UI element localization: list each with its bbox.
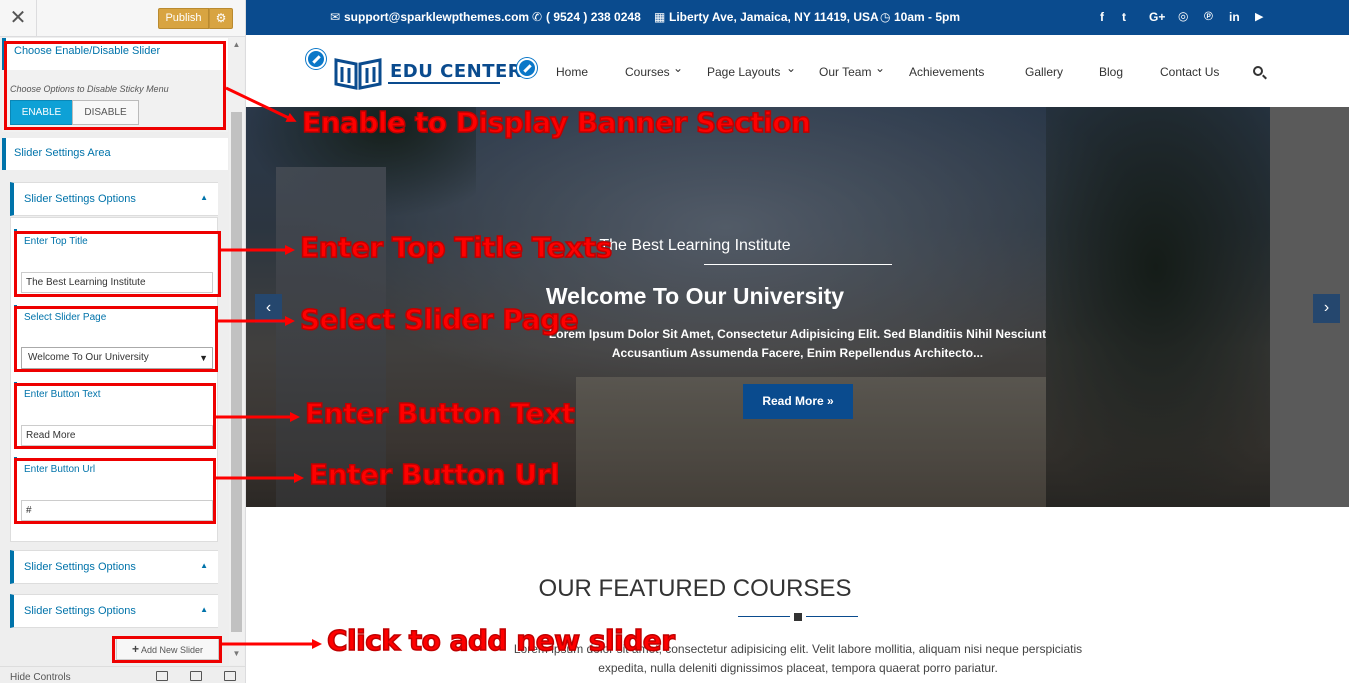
nav-gallery[interactable]: Gallery (1025, 65, 1063, 79)
accordion-title-3: Slider Settings Options (24, 605, 136, 617)
google-plus-icon[interactable]: G+ (1149, 10, 1165, 24)
nav-home[interactable]: Home (556, 65, 588, 79)
nav-blog[interactable]: Blog (1099, 65, 1123, 79)
slider-settings-accordion-2[interactable]: Slider Settings Options ▲ (10, 550, 218, 584)
button-text-field: Enter Button Text Read More (14, 382, 216, 448)
instagram-icon[interactable]: ◎ (1178, 9, 1188, 23)
phone-icon: ✆ (532, 10, 543, 24)
gear-icon[interactable]: ⚙ (209, 8, 233, 29)
nav-page-layouts[interactable]: Page Layouts (707, 65, 780, 79)
tablet-preview-icon[interactable] (190, 671, 202, 681)
enable-slider-section-header[interactable]: Choose Enable/Disable Slider (2, 38, 228, 70)
add-new-slider-button[interactable]: + Add New Slider (116, 638, 219, 660)
chevron-down-icon: ⌄ (786, 61, 797, 75)
hide-controls-button[interactable]: Hide Controls (10, 672, 71, 683)
button-url-input[interactable]: # (21, 500, 213, 521)
button-text-label: Enter Button Text (24, 389, 101, 400)
caret-up-icon: ▲ (200, 193, 208, 202)
slider-next-arrow-icon[interactable]: › (1313, 294, 1340, 323)
annotation-button-url: Enter Button Url (308, 457, 560, 492)
chevron-down-icon: ▼ (199, 353, 208, 363)
annotation-button-text: Enter Button Text (304, 396, 575, 431)
enable-slider-description: Choose Options to Disable Sticky Menu (10, 84, 169, 94)
plus-icon: + (131, 642, 139, 656)
clock-icon: ◷ (880, 10, 891, 24)
nav-our-team[interactable]: Our Team (819, 65, 871, 79)
nav-achievements[interactable]: Achievements (909, 65, 984, 79)
banner-desc-line-2: Accusantium Assumenda Facere, Enim Repel… (611, 346, 984, 360)
slider-prev-arrow-icon[interactable]: ‹ (255, 294, 282, 323)
facebook-icon[interactable]: f (1100, 10, 1104, 24)
mobile-preview-icon[interactable] (224, 671, 236, 681)
slider-page-field: Select Slider Page Welcome To Our Univer… (14, 305, 216, 371)
topbar-address: Liberty Ave, Jamaica, NY 11419, USA (669, 10, 879, 24)
chevron-down-icon: ⌄ (673, 61, 684, 75)
banner-read-more-button[interactable]: Read More » (743, 384, 853, 419)
customizer-footer: Hide Controls (0, 666, 245, 683)
caret-up-icon: ▲ (200, 605, 208, 614)
edit-pencil-icon[interactable] (306, 49, 326, 69)
search-icon[interactable] (1253, 66, 1263, 76)
enable-button[interactable]: ENABLE (10, 100, 73, 125)
featured-desc-line-2: expedita, nulla deleniti dignissimos pla… (598, 661, 998, 675)
customizer-sidebar: ✕ Publish ⚙ ▲ ▼ Choose Enable/Disable Sl… (0, 0, 246, 683)
banner-description: Lorem Ipsum Dolor Sit Amet, Consectetur … (510, 325, 1085, 363)
publish-button[interactable]: Publish (158, 8, 209, 29)
disable-button[interactable]: DISABLE (72, 100, 139, 125)
annotation-banner: Enable to Display Banner Section (301, 105, 811, 140)
desktop-preview-icon[interactable] (156, 671, 168, 681)
top-title-label: Enter Top Title (24, 236, 88, 247)
nav-contact-us[interactable]: Contact Us (1160, 65, 1219, 79)
book-logo-icon (334, 58, 382, 90)
nav-courses[interactable]: Courses (625, 65, 670, 79)
topbar-phone[interactable]: ( 9524 ) 238 0248 (546, 10, 641, 24)
email-icon: ✉ (330, 10, 341, 24)
close-icon[interactable]: ✕ (0, 0, 37, 37)
enable-slider-section-title: Choose Enable/Disable Slider (14, 45, 161, 57)
annotation-add-slider: Click to add new slider (326, 623, 676, 658)
banner-top-divider (704, 264, 892, 265)
pinterest-icon[interactable]: ℗ (1204, 9, 1213, 23)
featured-divider-square (794, 613, 802, 621)
add-new-slider-label: Add New Slider (141, 645, 204, 655)
featured-courses-title: OUR FEATURED COURSES (538, 575, 852, 602)
caret-up-icon: ▲ (200, 561, 208, 570)
slider-settings-accordion-3[interactable]: Slider Settings Options ▲ (10, 594, 218, 628)
slider-settings-accordion[interactable]: Slider Settings Options ▲ (10, 182, 218, 216)
featured-divider-left (738, 616, 790, 617)
logo-underline (388, 82, 500, 84)
button-url-label: Enter Button Url (24, 464, 96, 475)
map-icon: ▦ (654, 10, 666, 24)
chevron-down-icon: ⌄ (875, 61, 886, 75)
youtube-icon[interactable]: ▶ (1255, 10, 1263, 23)
banner-desc-line-1: Lorem Ipsum Dolor Sit Amet, Consectetur … (548, 327, 1047, 341)
slider-page-select[interactable]: Welcome To Our University ▼ (21, 347, 213, 369)
scroll-up-arrow-icon[interactable]: ▲ (230, 39, 243, 51)
top-title-input[interactable]: The Best Learning Institute (21, 272, 213, 293)
twitter-icon[interactable]: t (1122, 10, 1126, 24)
sidebar-scroll-thumb[interactable] (231, 112, 242, 632)
annotation-top-title: Enter Top Title Texts (299, 230, 613, 265)
scroll-down-arrow-icon[interactable]: ▼ (230, 648, 243, 660)
slider-page-label: Select Slider Page (24, 312, 107, 323)
edit-pencil-icon[interactable] (517, 58, 537, 78)
slider-settings-area-header[interactable]: Slider Settings Area (2, 138, 228, 170)
button-url-field: Enter Button Url # (14, 457, 216, 523)
accordion-title-2: Slider Settings Options (24, 561, 136, 573)
slider-page-selected: Welcome To Our University (28, 352, 149, 363)
annotation-slider-page: Select Slider Page (299, 302, 579, 337)
site-logo-text[interactable]: EDU CENTER (390, 61, 522, 82)
topbar-hours: 10am - 5pm (894, 10, 961, 24)
top-title-field: Enter Top Title The Best Learning Instit… (14, 229, 216, 295)
linkedin-icon[interactable]: in (1229, 10, 1240, 24)
button-text-input[interactable]: Read More (21, 425, 213, 446)
slider-settings-area-title: Slider Settings Area (14, 147, 111, 159)
customizer-header: ✕ Publish ⚙ (0, 0, 245, 37)
accordion-title: Slider Settings Options (24, 193, 136, 205)
topbar-email[interactable]: support@sparklewpthemes.com (344, 10, 529, 24)
featured-divider-right (806, 616, 858, 617)
